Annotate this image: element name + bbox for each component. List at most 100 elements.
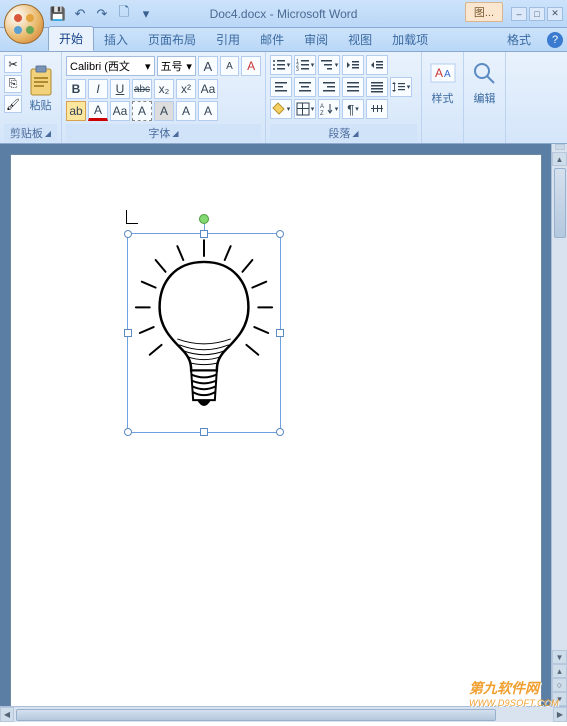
tab-mailings[interactable]: 邮件 — [250, 28, 294, 51]
superscript-button[interactable]: x² — [176, 79, 196, 99]
hscroll-thumb[interactable] — [16, 709, 496, 721]
next-page-button[interactable]: ▾ — [552, 692, 567, 706]
sort-button[interactable]: AZ▾ — [318, 99, 340, 119]
increase-indent-button[interactable] — [366, 55, 388, 75]
subscript-button[interactable]: x₂ — [154, 79, 174, 99]
paste-button[interactable]: 粘贴 — [24, 55, 57, 123]
prev-page-button[interactable]: ▴ — [552, 664, 567, 678]
resize-handle-se[interactable] — [276, 428, 284, 436]
new-doc-icon[interactable]: 🗋 — [116, 6, 132, 22]
resize-handle-e[interactable] — [276, 329, 284, 337]
shading-button[interactable]: ▾ — [270, 99, 292, 119]
tab-home[interactable]: 开始 — [48, 26, 94, 51]
font-launcher-icon[interactable]: ◢ — [172, 129, 178, 138]
paragraph-launcher-icon[interactable]: ◢ — [352, 129, 358, 138]
enclose-char-button[interactable]: A — [176, 101, 196, 121]
svg-text:A: A — [320, 104, 324, 110]
char-shading-button[interactable]: A — [154, 101, 174, 121]
justify-button[interactable] — [342, 77, 364, 97]
office-button[interactable] — [4, 4, 44, 44]
resize-handle-s[interactable] — [200, 428, 208, 436]
scroll-up-button[interactable]: ▲ — [552, 152, 567, 166]
scroll-thumb[interactable] — [554, 168, 566, 238]
editing-group: 编辑 . — [464, 52, 506, 143]
selected-picture[interactable] — [127, 233, 281, 433]
svg-text:A: A — [435, 66, 443, 80]
paragraph-group-label: 段落◢ — [270, 124, 417, 142]
tab-page-layout[interactable]: 页面布局 — [138, 28, 206, 51]
align-right-button[interactable] — [318, 77, 340, 97]
snap-grid-button[interactable] — [366, 99, 388, 119]
splitter-handle[interactable] — [555, 144, 565, 150]
picture-tools-context-tab[interactable]: 图... — [465, 2, 503, 22]
borders-button[interactable]: ▾ — [294, 99, 316, 119]
resize-handle-w[interactable] — [124, 329, 132, 337]
copy-button[interactable]: ⎘ — [4, 75, 22, 93]
distribute-button[interactable] — [366, 77, 388, 97]
phonetic-button[interactable]: Aa — [110, 101, 130, 121]
rotation-handle[interactable] — [199, 214, 209, 224]
font-name-combo[interactable]: Calibri (西文▾ — [66, 56, 155, 76]
bold-button[interactable]: B — [66, 79, 86, 99]
format-painter-button[interactable]: 🖌 — [4, 95, 22, 113]
help-button[interactable]: ? — [547, 32, 563, 48]
underline-button[interactable]: U — [110, 79, 130, 99]
browse-object-button[interactable]: ○ — [552, 678, 567, 692]
char-border-button[interactable]: A — [132, 101, 152, 121]
text-cursor — [126, 210, 138, 224]
tab-format[interactable]: 格式 — [497, 28, 541, 51]
resize-handle-nw[interactable] — [124, 230, 132, 238]
align-left-button[interactable] — [270, 77, 292, 97]
find-button[interactable]: 编辑 — [468, 55, 502, 111]
highlight-button[interactable]: ab — [66, 101, 86, 121]
clear-format-button[interactable]: A — [241, 56, 261, 76]
align-center-button[interactable] — [294, 77, 316, 97]
grow-font-button[interactable]: A — [198, 56, 218, 76]
italic-button[interactable]: I — [88, 79, 108, 99]
close-button[interactable]: ✕ — [547, 7, 563, 21]
resize-handle-sw[interactable] — [124, 428, 132, 436]
redo-icon[interactable]: ↷ — [94, 6, 110, 22]
font-dialog-button[interactable]: A — [198, 101, 218, 121]
scroll-right-button[interactable]: ▶ — [553, 707, 567, 722]
save-icon[interactable]: 💾 — [50, 6, 66, 22]
qat-dropdown-icon[interactable]: ▾ — [138, 6, 154, 22]
line-spacing-button[interactable]: ▾ — [390, 77, 412, 97]
shrink-font-button[interactable]: A — [220, 56, 240, 76]
font-color-button[interactable]: A — [88, 101, 108, 121]
scroll-left-button[interactable]: ◀ — [0, 707, 14, 722]
svg-text:3: 3 — [296, 67, 299, 72]
bullets-button[interactable]: ▾ — [270, 55, 292, 75]
tab-view[interactable]: 视图 — [338, 28, 382, 51]
horizontal-scrollbar[interactable]: ◀ ▶ — [0, 706, 567, 722]
font-size-combo[interactable]: 五号▾ — [157, 56, 196, 76]
clipboard-group-label: 剪贴板◢ — [4, 124, 57, 142]
change-case-button[interactable]: Aa — [198, 79, 218, 99]
multilevel-button[interactable]: ▾ — [318, 55, 340, 75]
tab-references[interactable]: 引用 — [206, 28, 250, 51]
lightbulb-icon — [128, 234, 280, 432]
strike-button[interactable]: abc — [132, 79, 152, 99]
clipboard-launcher-icon[interactable]: ◢ — [45, 129, 51, 138]
quick-access-toolbar: 💾 ↶ ↷ 🗋 ▾ — [50, 6, 154, 22]
page — [10, 154, 542, 706]
numbering-button[interactable]: 123▾ — [294, 55, 316, 75]
show-marks-button[interactable]: ¶▾ — [342, 99, 364, 119]
tab-addins[interactable]: 加载项 — [382, 28, 438, 51]
undo-icon[interactable]: ↶ — [72, 6, 88, 22]
tab-review[interactable]: 审阅 — [294, 28, 338, 51]
decrease-indent-button[interactable] — [342, 55, 364, 75]
cut-button[interactable]: ✂ — [4, 55, 22, 73]
page-viewport[interactable] — [0, 144, 551, 706]
document-area: ▲ ▼ ▴ ○ ▾ — [0, 144, 567, 706]
minimize-button[interactable]: – — [511, 7, 527, 21]
scroll-down-button[interactable]: ▼ — [552, 650, 567, 664]
styles-button[interactable]: AA 样式 — [426, 55, 460, 111]
vertical-scrollbar[interactable]: ▲ ▼ ▴ ○ ▾ — [551, 144, 567, 706]
tab-insert[interactable]: 插入 — [94, 28, 138, 51]
ribbon: ✂ ⎘ 🖌 粘贴 剪贴板◢ Calibri (西文▾ 五号▾ A A A B I… — [0, 52, 567, 144]
maximize-button[interactable]: □ — [529, 7, 545, 21]
resize-handle-ne[interactable] — [276, 230, 284, 238]
paragraph-group: ▾ 123▾ ▾ ▾ ▾ ▾ AZ▾ ¶▾ 段落◢ — [266, 52, 422, 143]
resize-handle-n[interactable] — [200, 230, 208, 238]
